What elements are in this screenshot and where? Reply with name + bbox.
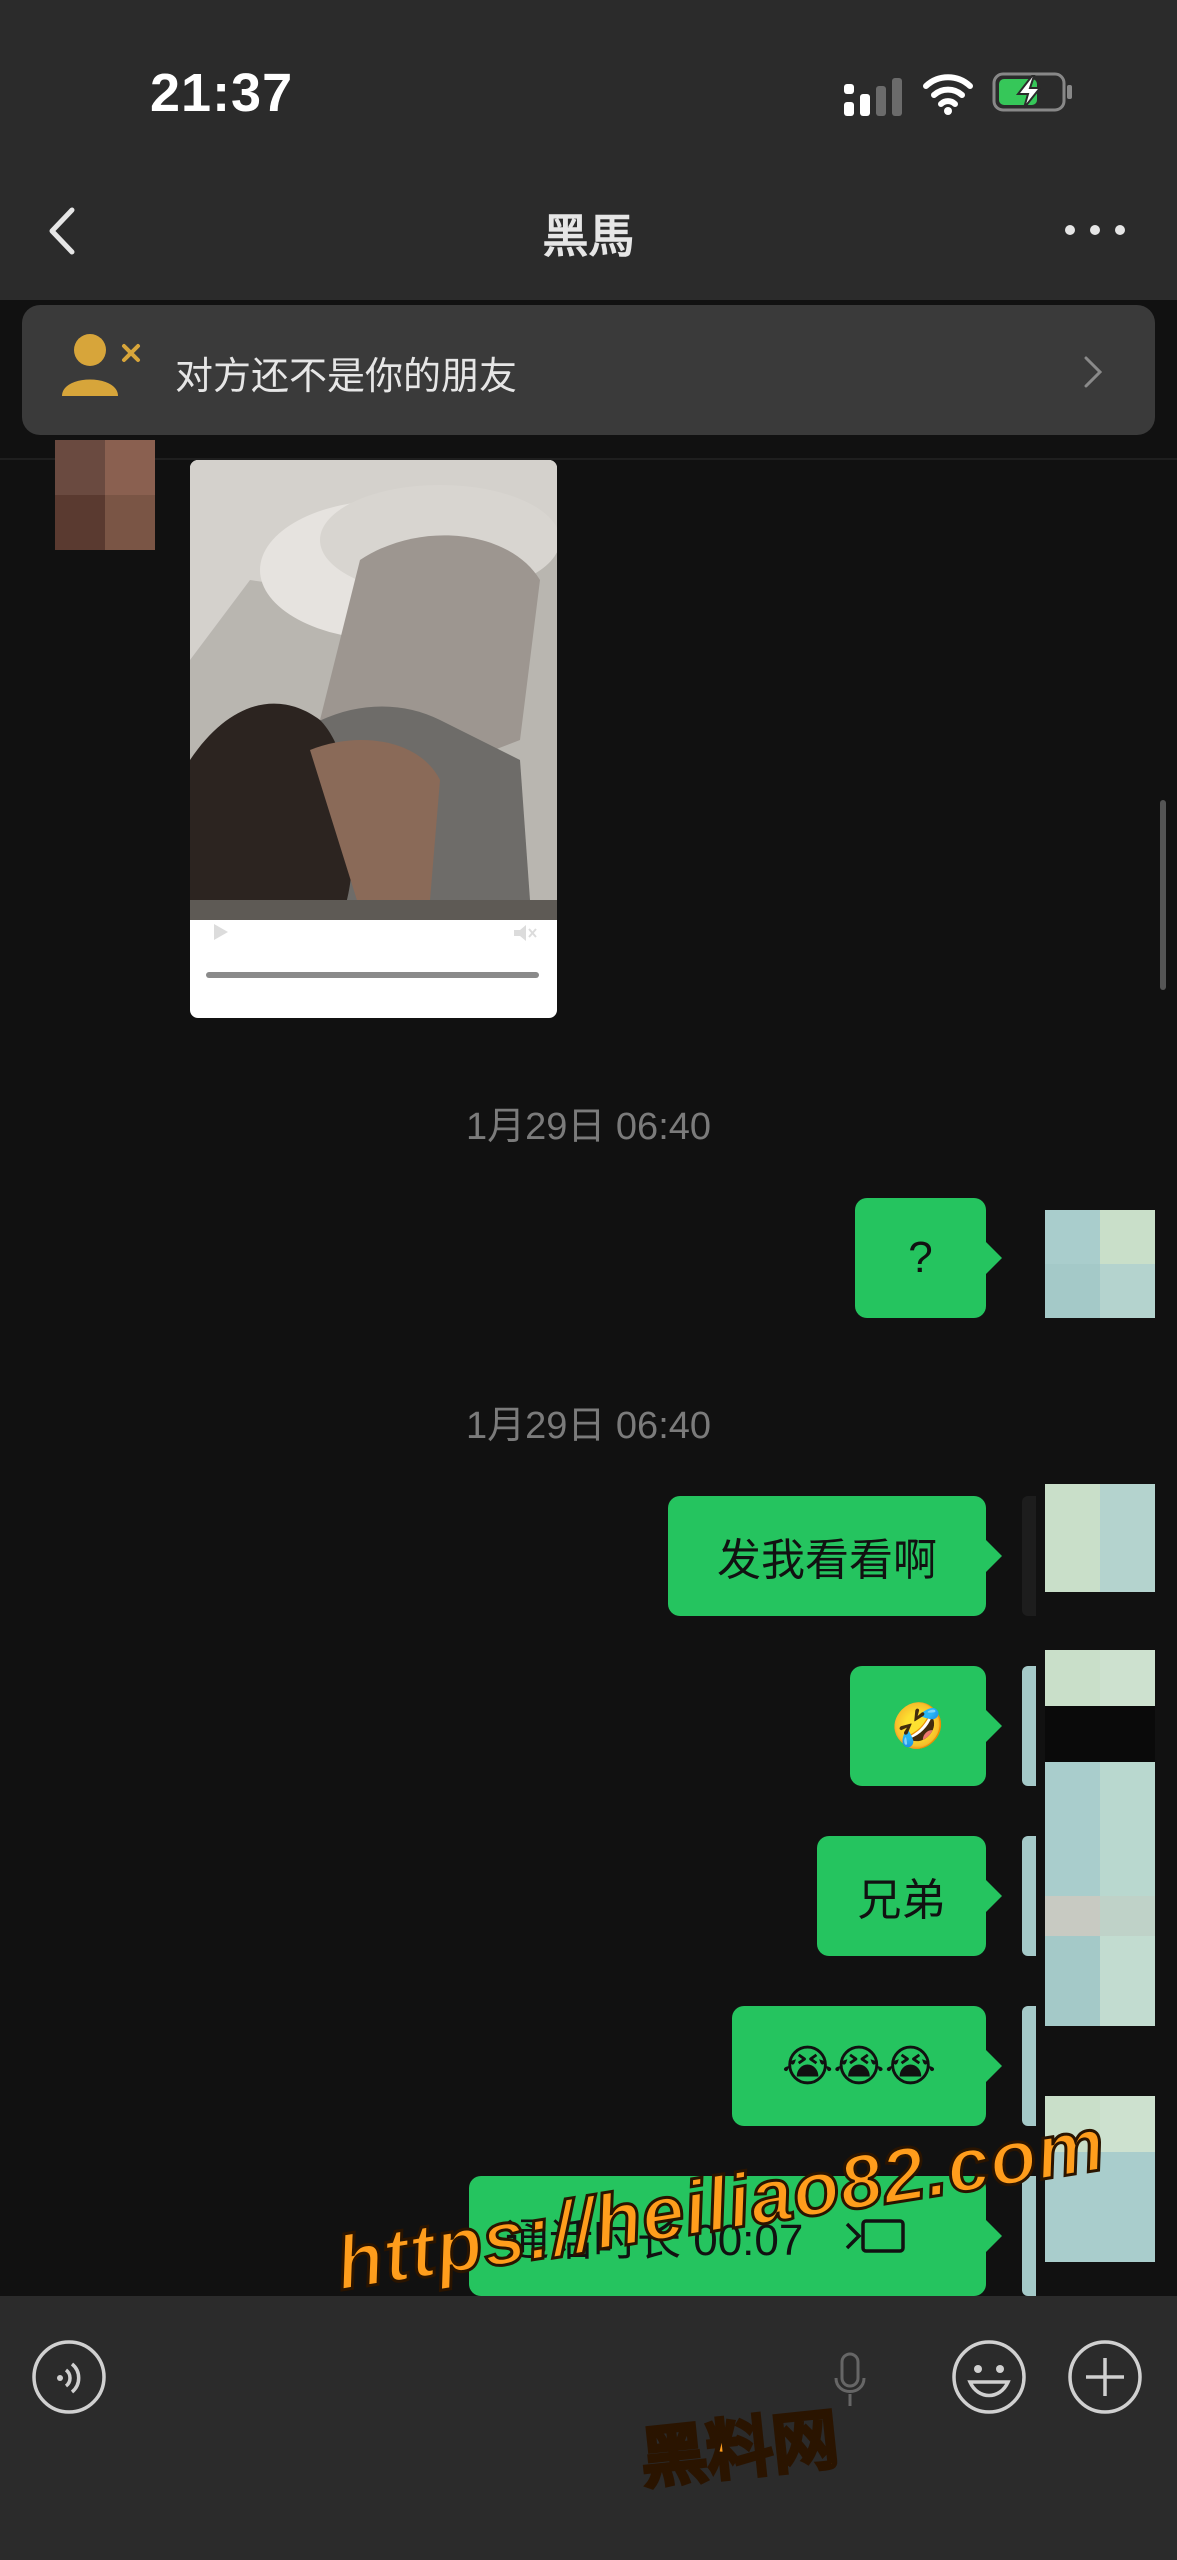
bubble-tail [986,1710,1002,1742]
voice-input-icon[interactable] [30,2338,108,2416]
timestamp: 1月29日 06:40 [465,1405,712,1447]
wifi-icon [923,74,973,115]
bubble-tail [986,1540,1002,1572]
scrollbar-thumb[interactable] [1160,800,1166,990]
avatar-edge [1022,2006,1036,2126]
message-bubble[interactable]: 🤣 [850,1666,986,1786]
microphone-icon[interactable] [830,2350,870,2410]
play-icon[interactable] [210,922,232,942]
cellular-signal-icon [844,78,902,116]
my-avatar[interactable] [1045,1210,1155,1318]
avatar-edge [1022,1496,1036,1616]
bubble-tail [986,1242,1002,1274]
message-bubble[interactable]: 兄弟 [817,1836,986,1956]
chat-title: 黑馬 [542,210,635,262]
status-time: 21:37 [150,63,294,123]
add-icon[interactable] [1066,2338,1144,2416]
mute-icon[interactable] [512,922,538,944]
header-divider [0,458,1177,460]
more-options-icon[interactable] [1060,220,1130,240]
avatar-edge [1022,1666,1036,1786]
timestamp: 1月29日 06:40 [465,1106,712,1148]
banner-text: 对方还不是你的朋友 [175,356,518,398]
contact-avatar[interactable] [55,440,155,550]
bubble-tail [986,2220,1002,2252]
bubble-tail [986,2050,1002,2082]
video-thumbnail [190,460,557,920]
input-bar [0,2296,1177,2560]
chevron-right-icon [1084,356,1103,388]
emoji-icon[interactable] [950,2338,1028,2416]
message-bubble[interactable]: 发我看看啊 [668,1496,986,1616]
message-bubble[interactable]: ? [855,1198,986,1318]
video-message[interactable] [190,460,557,1018]
message-bubble[interactable]: 😭😭😭 [732,2006,986,2126]
video-progress-bar[interactable] [206,972,539,978]
battery-charging-icon [992,72,1072,112]
bubble-tail [986,1880,1002,1912]
avatar-edge [1022,1836,1036,1956]
person-remove-icon [62,334,140,396]
